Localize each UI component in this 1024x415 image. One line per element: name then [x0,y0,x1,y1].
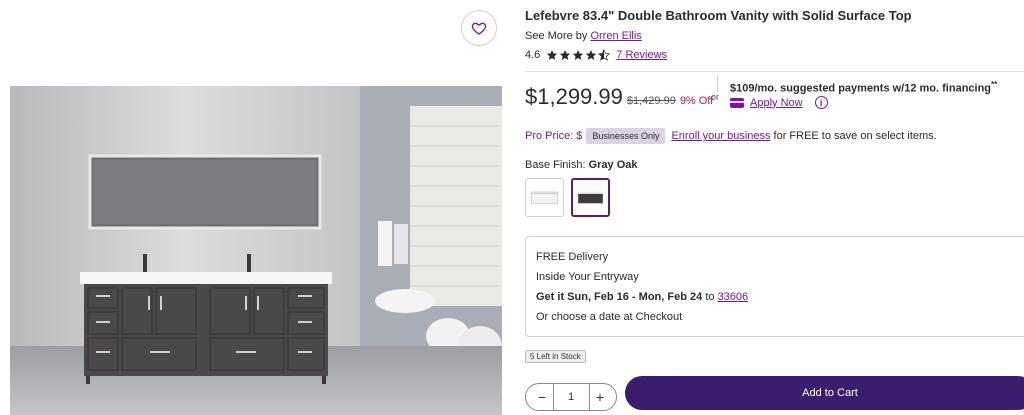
quantity-stepper: − 1 + [525,383,617,411]
product-title: Lefebvre 83.4" Double Bathroom Vanity wi… [525,8,912,23]
divider [552,383,554,411]
favorite-button[interactable] [461,10,497,46]
see-more-row: See More by Orren Ellis [525,30,642,42]
info-icon[interactable]: i [814,96,828,109]
discount-label: 9% Off [679,95,714,107]
star-icon [547,50,558,60]
divider [525,71,1024,72]
delivery-checkout-note: Or choose a date at Checkout [536,311,683,323]
pro-price-suffix: for FREE to save on select items. [773,130,937,142]
pro-price-label: Pro Price: [525,130,574,142]
financing-text: $109/mo. suggested payments w/12 mo. fin… [730,80,997,95]
finish-swatch-gray-oak[interactable] [571,178,610,217]
decrease-quantity-button[interactable]: − [534,389,550,405]
star-icon [560,50,571,60]
rating-row: 4.6 7 Reviews [525,49,667,61]
add-to-cart-button[interactable]: Add to Cart [625,376,1024,410]
increase-quantity-button[interactable]: + [592,389,608,405]
apply-row: Apply Now i [730,96,828,109]
delivery-to: to [705,291,715,303]
base-finish-row: Base Finish: Gray Oak [525,159,638,171]
delivery-free: FREE Delivery [536,251,609,263]
vanity-thumbnail [577,191,604,204]
brand-link[interactable]: Orren Ellis [590,30,641,42]
delivery-box: FREE Delivery Inside Your Entryway Get i… [525,236,1024,337]
quantity-input[interactable]: 1 [556,391,586,403]
delivery-dates: Get it Sun, Feb 16 - Mon, Feb 24 to 3360… [536,291,1024,311]
apply-now-link[interactable]: Apply Now [750,97,803,109]
half-star-icon [598,49,611,61]
base-finish-label: Base Finish: [525,159,586,171]
pro-price-row: Pro Price: $ Businesses Only Enroll your… [525,128,937,144]
finish-swatch-white[interactable] [525,178,564,217]
divider [588,383,590,411]
reviews-link[interactable]: 7 Reviews [616,49,667,61]
financing-label: $109/mo. suggested payments w/12 mo. fin… [730,82,992,95]
see-more-label: See More by [525,30,588,42]
businesses-only-badge: Businesses Only [586,128,666,144]
heart-icon [471,22,487,35]
star-icon [586,50,597,60]
current-price: $1,299.99 [525,84,623,109]
or-label: or [711,92,720,102]
divider [717,76,718,92]
delivery-date-range: Get it Sun, Feb 16 - Mon, Feb 24 [536,291,703,303]
was-price: $1,429.99 [626,95,676,107]
pro-price-dollar: $ [576,130,583,142]
vanity-photo [10,86,502,415]
financing-mark: ** [991,80,998,89]
rating-stars [546,49,611,61]
zip-code-link[interactable]: 33606 [718,291,749,303]
enroll-business-link[interactable]: Enroll your business [671,130,770,142]
star-icon [573,50,584,60]
product-image[interactable] [10,86,502,415]
stock-badge: 5 Left in Stock [525,350,586,363]
base-finish-value: Gray Oak [588,159,638,171]
rating-value: 4.6 [525,49,541,61]
vanity-thumbnail [530,191,559,205]
price-row: $1,299.99 $1,429.99 9% Off [525,84,713,110]
credit-card-icon [730,97,744,108]
delivery-type: Inside Your Entryway [536,271,639,283]
